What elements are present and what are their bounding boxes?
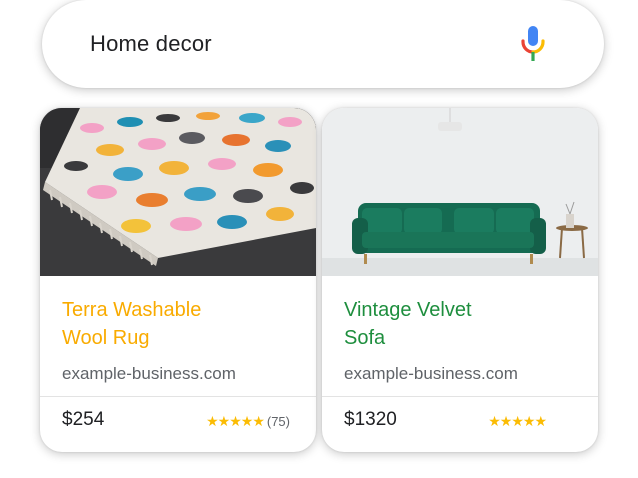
search-input[interactable]: Home decor <box>90 31 212 57</box>
sofa-product-image <box>322 108 598 276</box>
product-url: example-business.com <box>344 364 518 383</box>
microphone-icon[interactable] <box>520 24 546 62</box>
product-title-line2[interactable]: Sofa <box>344 324 584 352</box>
rug-product-image <box>40 108 316 276</box>
product-card-sofa[interactable]: Vintage Velvet Sofa example-business.com… <box>322 108 598 452</box>
product-price: $254 <box>62 409 105 430</box>
product-title[interactable]: Vintage Velvet Sofa <box>344 296 584 352</box>
product-url: example-business.com <box>62 364 236 383</box>
product-title-line1[interactable]: Vintage Velvet <box>344 296 584 324</box>
product-card-rug[interactable]: Terra Washable Wool Rug example-business… <box>40 108 316 452</box>
product-rating: ★★★★★ <box>488 413 547 430</box>
divider <box>322 396 598 397</box>
divider <box>40 396 316 397</box>
star-rating-icon: ★★★★★ <box>488 413 547 429</box>
product-rating: ★★★★★ (75) <box>206 413 290 430</box>
product-title[interactable]: Terra Washable Wool Rug <box>62 296 302 352</box>
star-rating-icon: ★★★★★ <box>206 413 265 429</box>
review-count: (75) <box>266 414 290 429</box>
product-title-line1[interactable]: Terra Washable <box>62 296 302 324</box>
product-price: $1320 <box>344 409 397 430</box>
product-title-line2[interactable]: Wool Rug <box>62 324 302 352</box>
search-bar[interactable]: Home decor <box>42 0 604 88</box>
